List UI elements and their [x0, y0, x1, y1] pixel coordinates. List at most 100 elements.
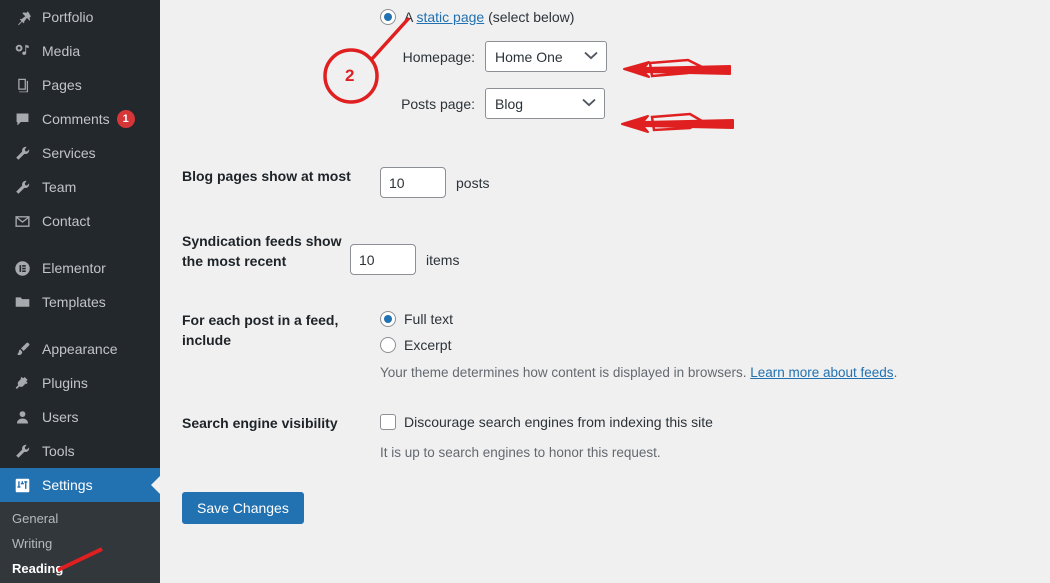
sidebar-item-label: Templates: [42, 294, 106, 310]
sidebar-item-settings[interactable]: Settings: [0, 468, 160, 502]
feed-help-text: Your theme determines how content is dis…: [380, 365, 1050, 380]
sidebar-item-users[interactable]: Users: [0, 400, 160, 434]
submit-area: Save Changes: [160, 492, 1050, 524]
plug-icon: [10, 373, 34, 393]
wrench-icon: [10, 143, 34, 163]
learn-more-feeds-link[interactable]: Learn more about feeds: [750, 365, 893, 380]
blog-pages-unit: posts: [456, 174, 490, 191]
syndication-label: Syndication feeds show the most recent: [182, 233, 342, 269]
save-changes-button[interactable]: Save Changes: [182, 492, 304, 524]
syndication-unit: items: [426, 251, 460, 268]
sidebar-separator: [0, 238, 160, 251]
folder-icon: [10, 292, 34, 312]
homepage-select-wrap[interactable]: Home One: [485, 41, 607, 72]
front-page-field-col: A static page (select below) Homepage: H…: [380, 9, 1050, 119]
sidebar-item-label: Comments: [42, 111, 110, 127]
syndication-input[interactable]: [350, 244, 416, 275]
sidebar-separator: [0, 319, 160, 332]
pushpin-icon: [10, 7, 34, 27]
static-page-prefix: A: [404, 9, 417, 25]
static-page-option-text: A static page (select below): [404, 9, 574, 25]
syndication-field: items: [350, 232, 1050, 275]
feed-option-excerpt[interactable]: Excerpt: [380, 337, 1050, 353]
sidebar-item-services[interactable]: Services: [0, 136, 160, 170]
submenu-item-reading[interactable]: Reading: [0, 556, 160, 581]
sidebar-item-label: Team: [42, 179, 77, 195]
search-visibility-label: Search engine visibility: [182, 415, 338, 431]
static-page-option[interactable]: A static page (select below): [380, 9, 1050, 25]
brush-icon: [10, 339, 34, 359]
feed-option-label: Excerpt: [404, 337, 452, 353]
envelope-icon: [10, 211, 34, 231]
elementor-icon: [10, 258, 34, 278]
sidebar-item-label: Tools: [42, 443, 75, 459]
sidebar-item-label: Pages: [42, 77, 82, 93]
feed-include-row: For each post in a feed, include Full te…: [160, 311, 1050, 380]
blog-pages-label: Blog pages show at most: [182, 168, 351, 184]
blog-pages-input[interactable]: [380, 167, 446, 198]
sidebar-item-portfolio[interactable]: Portfolio: [0, 0, 160, 34]
blog-pages-field: posts: [380, 167, 1050, 198]
feed-include-label: For each post in a feed, include: [182, 312, 339, 348]
feed-help-suffix: .: [893, 365, 898, 380]
sidebar-item-appearance[interactable]: Appearance: [0, 332, 160, 366]
homepage-row: Homepage: Home One: [393, 41, 1050, 72]
media-icon: [10, 41, 34, 61]
submenu-item-general[interactable]: General: [0, 506, 160, 531]
annotation-number-2: 2: [345, 66, 355, 85]
feed-option-radio[interactable]: [380, 337, 396, 353]
feed-help-prefix: Your theme determines how content is dis…: [380, 365, 751, 380]
comment-icon: [10, 109, 34, 129]
sidebar-item-label: Elementor: [42, 260, 106, 276]
submenu-item-writing[interactable]: Writing: [0, 531, 160, 556]
sidebar-item-label: Settings: [42, 477, 93, 493]
posts-page-label: Posts page:: [401, 95, 475, 112]
search-visibility-note: It is up to search engines to honor this…: [380, 445, 661, 460]
discourage-search-label: Discourage search engines from indexing …: [404, 414, 713, 430]
feed-option-label: Full text: [404, 311, 454, 327]
sidebar-item-label: Services: [42, 145, 96, 161]
sidebar-item-comments[interactable]: Comments 1: [0, 102, 160, 136]
syndication-row: Syndication feeds show the most recent i…: [160, 232, 1050, 275]
user-icon: [10, 407, 34, 427]
sidebar-item-label: Portfolio: [42, 9, 94, 25]
sidebar-item-team[interactable]: Team: [0, 170, 160, 204]
discourage-search-option[interactable]: Discourage search engines from indexing …: [380, 414, 1050, 430]
sidebar-menu-list: Portfolio Media Pages Comments 1 Services Team…: [0, 0, 160, 502]
sidebar-item-elementor[interactable]: Elementor: [0, 251, 160, 285]
sidebar-item-label: Appearance: [42, 341, 118, 357]
sidebar-item-media[interactable]: Media: [0, 34, 160, 68]
sidebar-item-pages[interactable]: Pages: [0, 68, 160, 102]
sidebar-item-badge: 1: [116, 110, 135, 128]
sidebar-item-label: Media: [42, 43, 81, 59]
feed-include-options: Full text Excerpt: [380, 311, 1050, 353]
homepage-select[interactable]: Home One: [485, 41, 607, 72]
sidebar-item-templates[interactable]: Templates: [0, 285, 160, 319]
search-visibility-field: Discourage search engines from indexing …: [380, 414, 1050, 460]
sidebar-item-contact[interactable]: Contact: [0, 204, 160, 238]
feed-option-full-text[interactable]: Full text: [380, 311, 1050, 327]
pages-icon: [10, 75, 34, 95]
admin-sidebar: Portfolio Media Pages Comments 1 Services Team…: [0, 0, 160, 583]
settings-icon: [10, 475, 34, 495]
wrench-icon: [10, 441, 34, 461]
front-page-row: A static page (select below) Homepage: H…: [160, 9, 1050, 119]
sidebar-item-plugins[interactable]: Plugins: [0, 366, 160, 400]
feed-option-radio[interactable]: [380, 311, 396, 327]
static-page-suffix: (select below): [484, 9, 575, 25]
wrench-icon: [10, 177, 34, 197]
posts-page-select[interactable]: Blog: [485, 88, 605, 119]
reading-settings-content: A static page (select below) Homepage: H…: [160, 0, 1050, 583]
discourage-search-checkbox[interactable]: [380, 414, 396, 430]
settings-submenu: General Writing Reading: [0, 502, 160, 583]
search-visibility-row: Search engine visibility Discourage sear…: [160, 414, 1050, 460]
static-page-link[interactable]: static page: [416, 9, 484, 25]
posts-page-select-wrap[interactable]: Blog: [485, 88, 605, 119]
static-page-radio[interactable]: [380, 9, 396, 25]
sidebar-item-label: Users: [42, 409, 79, 425]
homepage-label: Homepage:: [402, 48, 475, 65]
sidebar-item-tools[interactable]: Tools: [0, 434, 160, 468]
blog-pages-row: Blog pages show at most posts: [160, 167, 1050, 198]
sidebar-item-label: Contact: [42, 213, 91, 229]
sidebar-item-label: Plugins: [42, 375, 88, 391]
